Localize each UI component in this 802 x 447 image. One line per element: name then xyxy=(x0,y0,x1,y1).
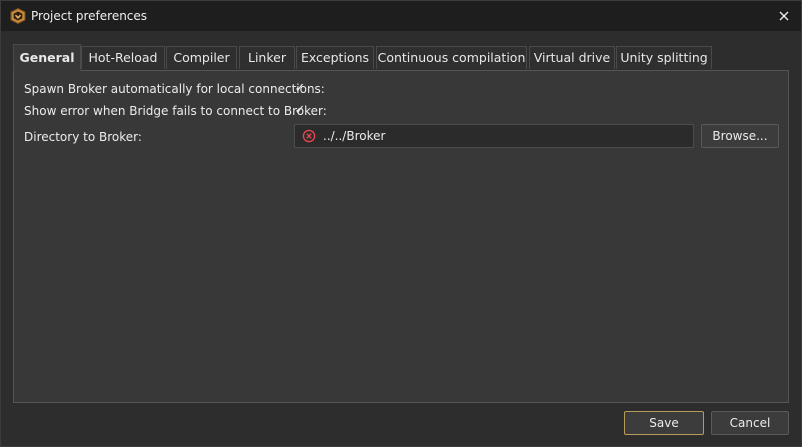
preferences-window: Project preferences General Hot-Reload C… xyxy=(0,0,802,447)
directory-label: Directory to Broker: xyxy=(24,130,142,144)
cancel-button[interactable]: Cancel xyxy=(711,411,789,435)
directory-value: ../../Broker xyxy=(323,129,386,143)
show-error-checkbox[interactable]: ✓ xyxy=(293,104,307,118)
tab-bar: General Hot-Reload Compiler Linker Excep… xyxy=(13,44,793,71)
spawn-broker-label: Spawn Broker automatically for local con… xyxy=(24,82,325,96)
save-button[interactable]: Save xyxy=(624,411,704,435)
app-logo-icon xyxy=(10,8,26,24)
tab-unity-splitting[interactable]: Unity splitting xyxy=(616,46,712,69)
directory-field[interactable]: ../../Broker xyxy=(294,124,694,148)
spawn-broker-checkbox[interactable]: ✓ xyxy=(293,82,307,96)
title-bar: Project preferences xyxy=(1,1,801,31)
close-icon[interactable] xyxy=(773,5,795,27)
tab-general[interactable]: General xyxy=(13,44,81,71)
tab-hot-reload[interactable]: Hot-Reload xyxy=(81,46,165,69)
tab-continuous-compilation[interactable]: Continuous compilation xyxy=(376,46,527,69)
show-error-label: Show error when Bridge fails to connect … xyxy=(24,104,327,118)
tab-linker[interactable]: Linker xyxy=(239,46,295,69)
tab-compiler[interactable]: Compiler xyxy=(166,46,237,69)
general-settings-panel: Spawn Broker automatically for local con… xyxy=(13,70,789,403)
tab-exceptions[interactable]: Exceptions xyxy=(296,46,374,69)
tab-virtual-drive[interactable]: Virtual drive xyxy=(529,46,615,69)
browse-button[interactable]: Browse... xyxy=(701,124,779,148)
error-icon xyxy=(302,129,316,143)
window-title: Project preferences xyxy=(31,9,148,23)
